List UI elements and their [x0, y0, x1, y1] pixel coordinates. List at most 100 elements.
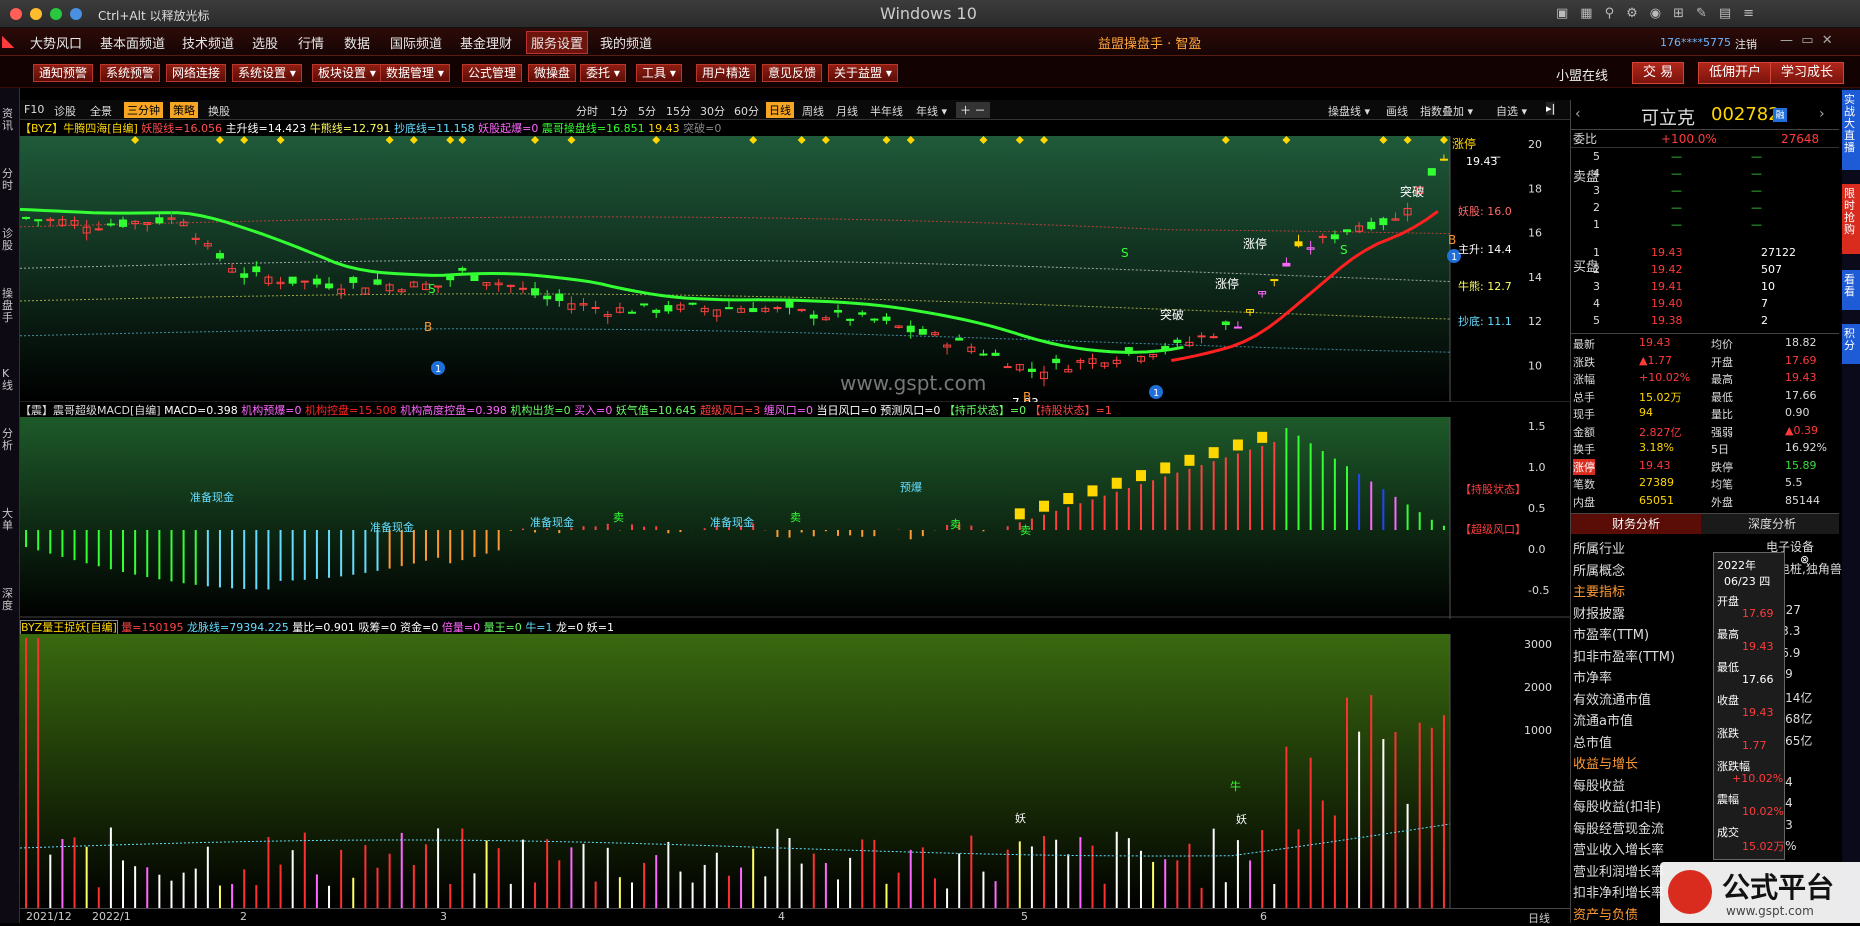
- stat-label: 涨停: [1573, 458, 1595, 475]
- close-window-button[interactable]: [10, 8, 22, 20]
- sidebar-tab-trader[interactable]: 操盘手: [2, 288, 16, 324]
- learn-button[interactable]: 学习成长: [1770, 62, 1845, 84]
- f10-button[interactable]: F10: [24, 103, 44, 116]
- main-indicator-name[interactable]: 【BYZ】牛腾四海[自编]: [20, 122, 138, 135]
- fullscreen-button[interactable]: [70, 8, 82, 20]
- menu-item-my-channel[interactable]: 我的频道: [600, 33, 652, 52]
- feedback-button[interactable]: 意见反馈: [762, 64, 823, 82]
- next-stock-icon[interactable]: ›: [1819, 106, 1825, 122]
- macd-indicator-legend[interactable]: 【震】震哥超级MACD[自编] MACD=0.398 机构预爆=0 机构控盘=1…: [20, 402, 1570, 417]
- tools-button[interactable]: 工具 ▾: [636, 64, 682, 82]
- macd-annotation: 卖: [790, 511, 801, 524]
- entrust-button[interactable]: 委托 ▾: [580, 64, 626, 82]
- trade-line-dropdown[interactable]: 操盘线 ▾: [1328, 103, 1370, 119]
- tooltip-close-icon[interactable]: ⊗: [1800, 553, 1809, 566]
- logout-link[interactable]: 注销: [1735, 36, 1757, 52]
- minimize-window-button[interactable]: [30, 8, 42, 20]
- period-daily[interactable]: 日线: [766, 102, 794, 118]
- menu-item-data[interactable]: 数据: [344, 33, 370, 52]
- legend-cash-state: 【持币状态】=0: [943, 404, 1027, 417]
- user-picks-button[interactable]: 用户精选: [696, 64, 757, 82]
- menu-item-quotes[interactable]: 行情: [298, 33, 324, 52]
- fin-label: 资产与负债: [1573, 907, 1639, 923]
- period-60min[interactable]: 60分: [734, 103, 759, 119]
- period-intraday[interactable]: 分时: [576, 103, 598, 119]
- stat-label: 金额: [1573, 425, 1595, 439]
- period-30min[interactable]: 30分: [700, 103, 725, 119]
- menu-item-international[interactable]: 国际频道: [390, 33, 442, 52]
- three-minute-button[interactable]: 三分钟: [124, 102, 163, 118]
- period-weekly[interactable]: 周线: [802, 103, 824, 119]
- legend-tupo: 突破=0: [683, 122, 722, 135]
- candle-body: [773, 307, 782, 310]
- right-tab-points[interactable]: 积分: [1842, 324, 1860, 364]
- sidebar-tab-kline[interactable]: K线: [2, 368, 16, 392]
- diagnose-button[interactable]: 诊股: [54, 103, 76, 119]
- trade-button[interactable]: 交 易: [1632, 62, 1685, 84]
- data-management-button[interactable]: 数据管理 ▾: [380, 64, 450, 82]
- network-button[interactable]: 网络连接: [166, 64, 227, 82]
- menu-item-service[interactable]: 服务设置: [526, 31, 589, 54]
- watchlist-dropdown[interactable]: 自选 ▾: [1496, 103, 1527, 119]
- right-tab-live[interactable]: 实战大直播: [1842, 90, 1860, 170]
- micro-trade-button[interactable]: 微操盘: [528, 64, 577, 82]
- candle-body: [991, 352, 1000, 356]
- menu-item-fundamental[interactable]: 基本面频道: [100, 33, 165, 52]
- candle-body: [300, 280, 309, 283]
- sidebar-tab-depth[interactable]: 深度: [2, 588, 16, 612]
- menu-item-funds[interactable]: 基金理财: [460, 33, 512, 52]
- sidebar-tab-big-order[interactable]: 大单: [2, 508, 16, 532]
- about-button[interactable]: 关于益盟 ▾: [828, 64, 898, 82]
- sidebar-tab-analysis[interactable]: 分析: [2, 428, 16, 452]
- period-15min[interactable]: 15分: [666, 103, 691, 119]
- open-account-button[interactable]: 低佣开户: [1698, 62, 1773, 84]
- period-yearly[interactable]: 年线 ▾: [916, 103, 947, 119]
- tab-financial[interactable]: 财务分析: [1571, 514, 1701, 534]
- period-monthly[interactable]: 月线: [836, 103, 858, 119]
- app-title: 益盟操盘手 · 智盈: [1098, 37, 1202, 52]
- strategy-button[interactable]: 策略: [170, 102, 198, 118]
- period-halfyear[interactable]: 半年线: [870, 103, 903, 119]
- prev-stock-icon[interactable]: ‹: [1575, 106, 1581, 122]
- panorama-button[interactable]: 全景: [90, 103, 112, 119]
- menu-item-stock-pick[interactable]: 选股: [252, 33, 278, 52]
- switch-stock-button[interactable]: 换股: [208, 103, 230, 119]
- index-overlay-dropdown[interactable]: 指数叠加 ▾: [1420, 103, 1473, 119]
- sell-level: 5: [1593, 150, 1600, 163]
- tab-depth[interactable]: 深度分析: [1705, 514, 1839, 534]
- zoom-controls[interactable]: ＋ －: [956, 102, 990, 118]
- price-label-zhusheng: 主升: 14.4: [1458, 243, 1512, 256]
- sidebar-tab-diagnose[interactable]: 诊股: [2, 228, 16, 252]
- kline-chart-area[interactable]: F10 诊股 全景 三分钟 策略 换股 分时 1分 5分 15分 30分 60分…: [20, 100, 1570, 926]
- period-5min[interactable]: 5分: [638, 103, 656, 119]
- system-alert-button[interactable]: 系统预警: [100, 64, 161, 82]
- volume-indicator-legend[interactable]: BYZ量王捉妖[自编] 量=150195 龙脉线=79394.225 量比=0.…: [20, 619, 1570, 634]
- draw-line-button[interactable]: 画线: [1386, 103, 1408, 119]
- tooltip-value: 19.43: [1742, 640, 1774, 653]
- buy-price: 19.38: [1651, 314, 1683, 327]
- maximize-window-button[interactable]: [50, 8, 62, 20]
- menu-item-trend[interactable]: 大势风口: [30, 33, 82, 52]
- candle-body: [664, 305, 673, 312]
- period-1min[interactable]: 1分: [610, 103, 628, 119]
- period-label[interactable]: 日线: [1528, 910, 1550, 926]
- sidebar-tab-intraday[interactable]: 分时: [2, 168, 16, 192]
- collapse-panel-icon[interactable]: ▸|: [1546, 102, 1556, 115]
- window-tool-icons[interactable]: ▣▦⚲⚙◉⊞✎▤≡: [1556, 6, 1766, 21]
- formula-management-button[interactable]: 公式管理: [462, 64, 523, 82]
- menu-item-technical[interactable]: 技术频道: [182, 33, 234, 52]
- stat-label: 均价: [1711, 338, 1733, 351]
- macd-indicator-name[interactable]: 【震】震哥超级MACD[自编]: [20, 404, 161, 417]
- stat-value: 17.69: [1785, 353, 1817, 367]
- system-settings-button[interactable]: 系统设置 ▾: [232, 64, 302, 82]
- volume-indicator-name[interactable]: BYZ量王捉妖[自编]: [20, 620, 118, 634]
- right-tab-flash-sale[interactable]: 限时抢购: [1842, 184, 1860, 254]
- window-controls[interactable]: — ▭ ✕: [1780, 33, 1833, 48]
- right-tab-look[interactable]: 看看: [1842, 270, 1860, 310]
- kline-chart-svg[interactable]: 20181614121081.51.00.50.0-0.530002000100…: [20, 136, 1570, 923]
- sell-price: —: [1671, 184, 1682, 197]
- sector-settings-button[interactable]: 板块设置 ▾: [312, 64, 382, 82]
- sidebar-tab-news[interactable]: 资讯: [2, 108, 16, 132]
- notify-alert-button[interactable]: 通知预警: [33, 64, 94, 82]
- main-indicator-legend[interactable]: 【BYZ】牛腾四海[自编] 妖股线=16.056 主升线=14.423 牛熊线=…: [20, 120, 1570, 136]
